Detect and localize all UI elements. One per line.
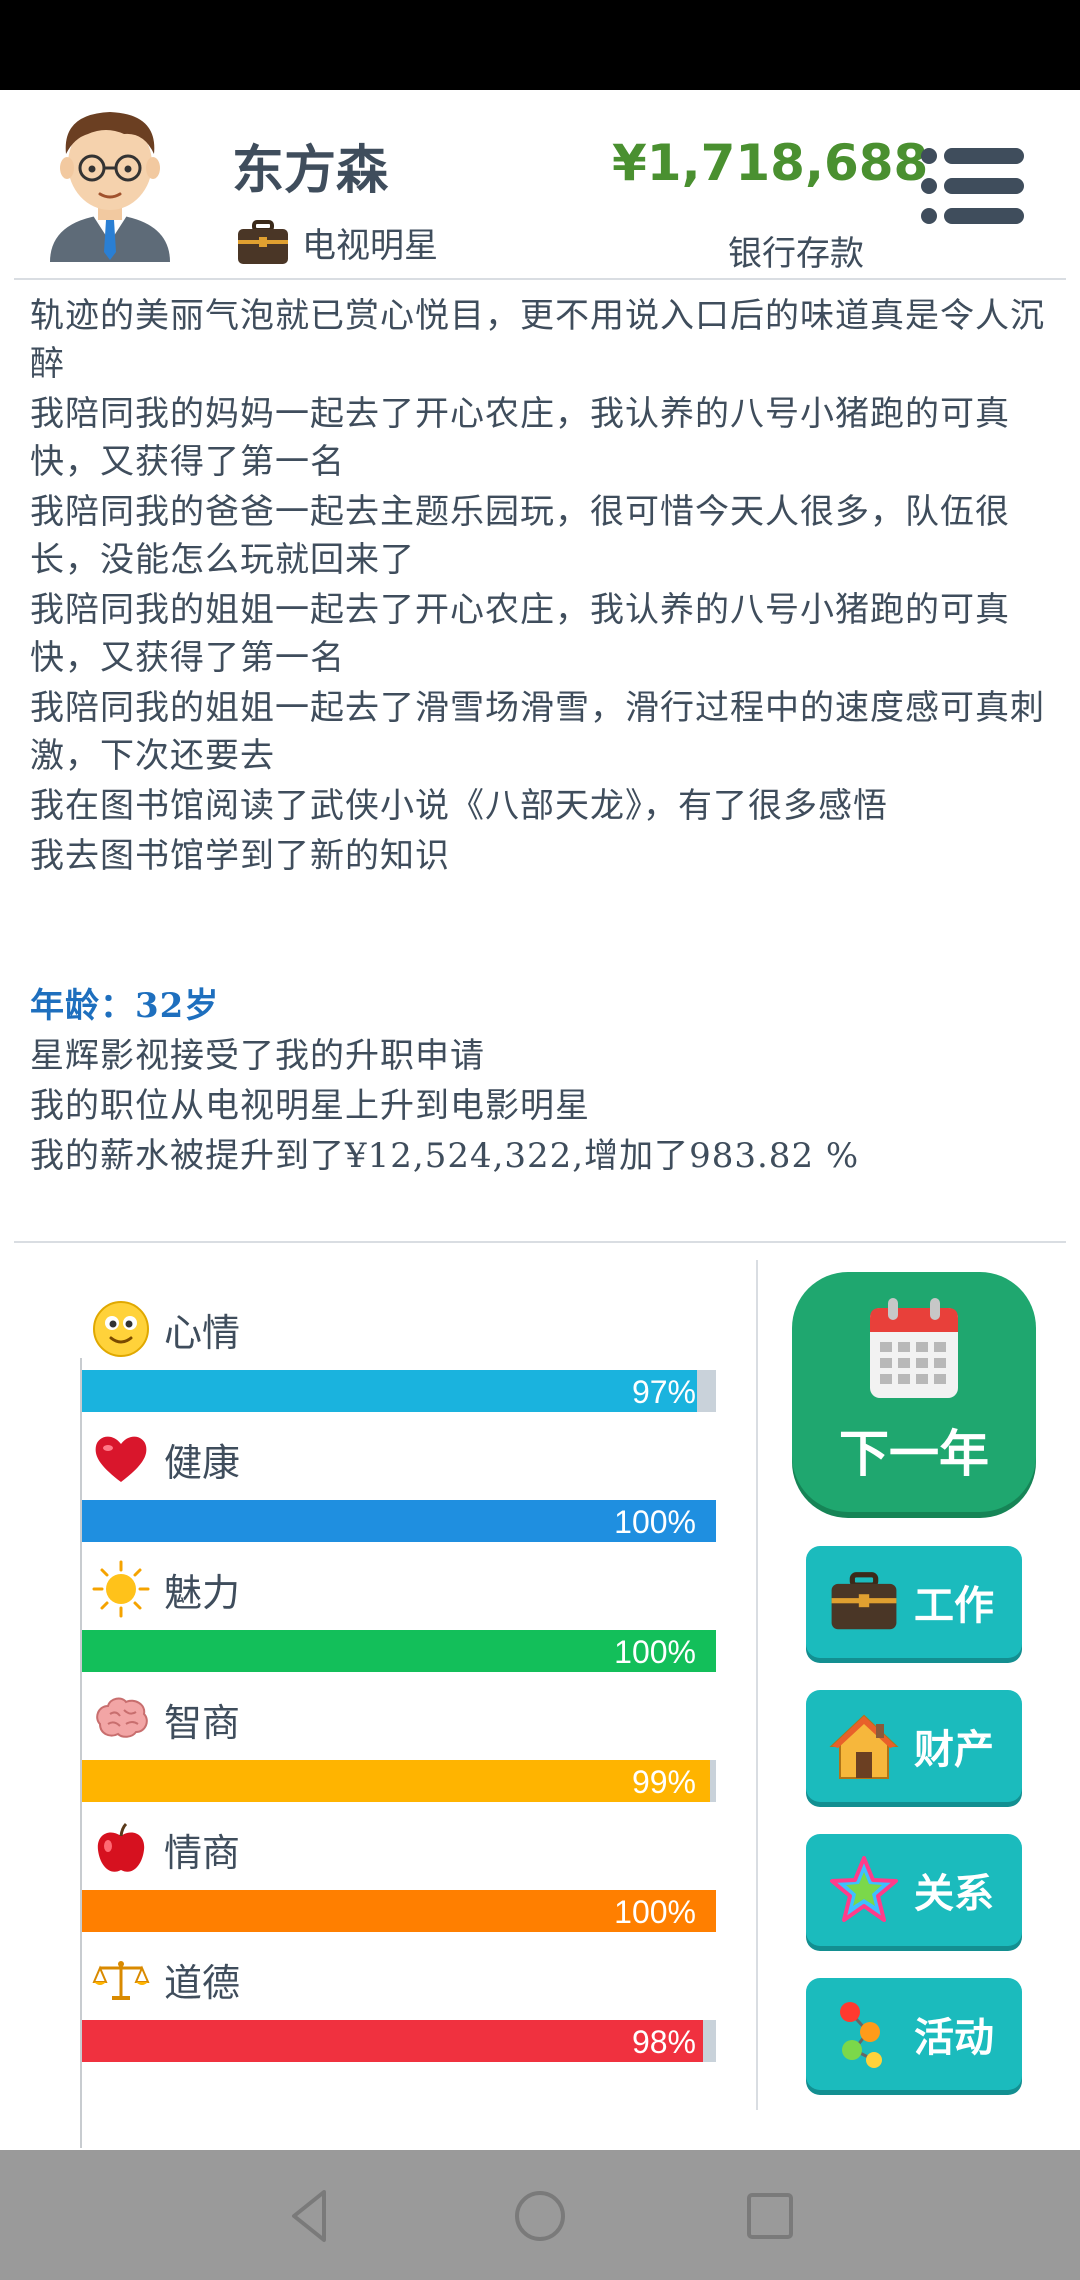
property-button[interactable]: 财产 (806, 1690, 1022, 1802)
log-line: 我陪同我的姐姐一起去了滑雪场滑雪，滑行过程中的速度感可真刺激，下次还要去 (30, 688, 1045, 776)
log-line: 我在图书馆阅读了武侠小说《八部天龙》，有了很多感悟 (30, 786, 888, 826)
system-nav-bar (0, 2150, 1080, 2280)
header-divider (14, 278, 1066, 280)
scales-icon (92, 1950, 150, 2008)
stat-iq: 智商 99% (80, 1690, 720, 1820)
stat-bar: 97% (82, 1370, 716, 1412)
brain-icon (92, 1690, 150, 1748)
stat-eq: 情商 100% (80, 1820, 720, 1950)
life-log[interactable]: 轨迹的美丽气泡就已赏心悦目，更不用说入口后的味道真是令人沉醉 我陪同我的妈妈一起… (30, 292, 1050, 1212)
log-event: 星辉影视接受了我的升职申请 (30, 1036, 485, 1076)
calendar-icon (870, 1298, 958, 1398)
stat-health: 健康 100% (80, 1430, 720, 1560)
stat-bar: 100% (82, 1500, 716, 1542)
log-line: 我陪同我的爸爸一起去主题乐园玩，很可惜今天人很多，队伍很长，没能怎么玩就回来了 (30, 492, 1010, 580)
stat-percent: 97% (631, 1374, 696, 1410)
log-event: 我的职位从电视明星上升到电影明星 (30, 1086, 590, 1126)
next-year-button[interactable]: 下一年 (792, 1272, 1036, 1512)
house-icon (824, 1706, 904, 1786)
job-title: 电视明星 (302, 226, 438, 266)
avatar[interactable] (40, 102, 180, 262)
stat-label: 健康 (164, 1440, 241, 1485)
activities-icon (824, 1994, 904, 2074)
section-divider (14, 1241, 1066, 1243)
stat-mood: 心情 97% (80, 1300, 720, 1430)
log-event: 我的薪水被提升到了¥12,524,322,增加了983.82 % (30, 1136, 860, 1176)
relations-label: 关系 (914, 1871, 994, 1917)
money-amount: ¥1,718,688 (612, 134, 929, 192)
stat-bar: 100% (82, 1890, 716, 1932)
relations-button[interactable]: 关系 (806, 1834, 1022, 1946)
briefcase-icon (824, 1562, 904, 1642)
stat-percent: 98% (631, 2024, 696, 2060)
stat-label: 智商 (164, 1700, 241, 1745)
briefcase-icon (238, 219, 288, 264)
log-line: 我去图书馆学到了新的知识 (30, 836, 450, 876)
stat-label: 心情 (164, 1310, 241, 1355)
stat-charm: 魅力 100% (80, 1560, 720, 1690)
age-heading: 年龄：32岁 (30, 986, 220, 1026)
bank-label: 银行存款 (728, 234, 864, 274)
menu-icon[interactable] (920, 146, 1026, 226)
stat-percent: 100% (614, 1894, 696, 1930)
star-icon (824, 1850, 904, 1930)
sun-icon (92, 1560, 150, 1618)
profile-header: 东方森 电视明星 ¥1,718,688 银行存款 (0, 90, 1080, 280)
home-icon[interactable] (510, 2186, 570, 2246)
activities-label: 活动 (914, 2015, 994, 2061)
work-label: 工作 (914, 1583, 994, 1629)
stat-bar: 98% (82, 2020, 716, 2062)
player-name: 东方森 (232, 141, 389, 201)
heart-icon (92, 1430, 150, 1488)
stats-panel: 心情 97% 健康 100% 魅力 100% 智商 99% 情商 100% 道德… (80, 1300, 720, 2148)
log-line: 我陪同我的姐姐一起去了开心农庄，我认养的八号小猪跑的可真快，又获得了第一名 (30, 590, 1010, 678)
column-divider (756, 1260, 758, 2110)
status-bar (0, 0, 1080, 90)
property-label: 财产 (914, 1727, 994, 1773)
back-icon[interactable] (280, 2186, 340, 2246)
stat-bar: 100% (82, 1630, 716, 1672)
stat-label: 魅力 (164, 1570, 241, 1615)
stat-label: 情商 (164, 1830, 241, 1875)
apple-icon (92, 1820, 150, 1878)
log-line: 轨迹的美丽气泡就已赏心悦目，更不用说入口后的味道真是令人沉醉 (30, 296, 1045, 384)
stat-bar: 99% (82, 1760, 716, 1802)
activities-button[interactable]: 活动 (806, 1978, 1022, 2090)
log-line: 我陪同我的妈妈一起去了开心农庄，我认养的八号小猪跑的可真快，又获得了第一名 (30, 394, 1010, 482)
stat-percent: 100% (614, 1504, 696, 1540)
next-year-label: 下一年 (839, 1425, 989, 1483)
stat-percent: 99% (631, 1764, 696, 1800)
job-info: 电视明星 (236, 218, 438, 267)
stat-percent: 100% (614, 1634, 696, 1670)
smiley-icon (92, 1300, 150, 1358)
work-button[interactable]: 工作 (806, 1546, 1022, 1658)
recents-icon[interactable] (740, 2186, 800, 2246)
stat-label: 道德 (164, 1960, 241, 2005)
stat-morality: 道德 98% (80, 1950, 720, 2080)
